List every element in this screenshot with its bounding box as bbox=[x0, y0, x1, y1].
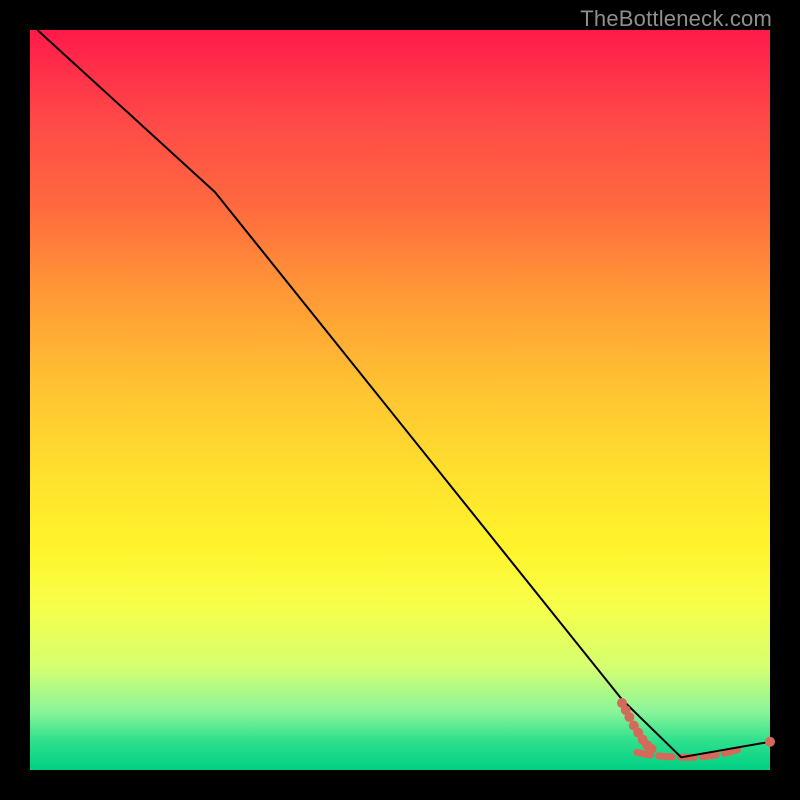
watermark-text: TheBottleneck.com bbox=[580, 6, 772, 32]
data-point bbox=[624, 712, 634, 722]
chart-overlay bbox=[30, 30, 770, 770]
data-point bbox=[765, 737, 775, 747]
data-point bbox=[647, 744, 657, 754]
chart-frame: TheBottleneck.com bbox=[0, 0, 800, 800]
main-curve bbox=[37, 30, 770, 757]
